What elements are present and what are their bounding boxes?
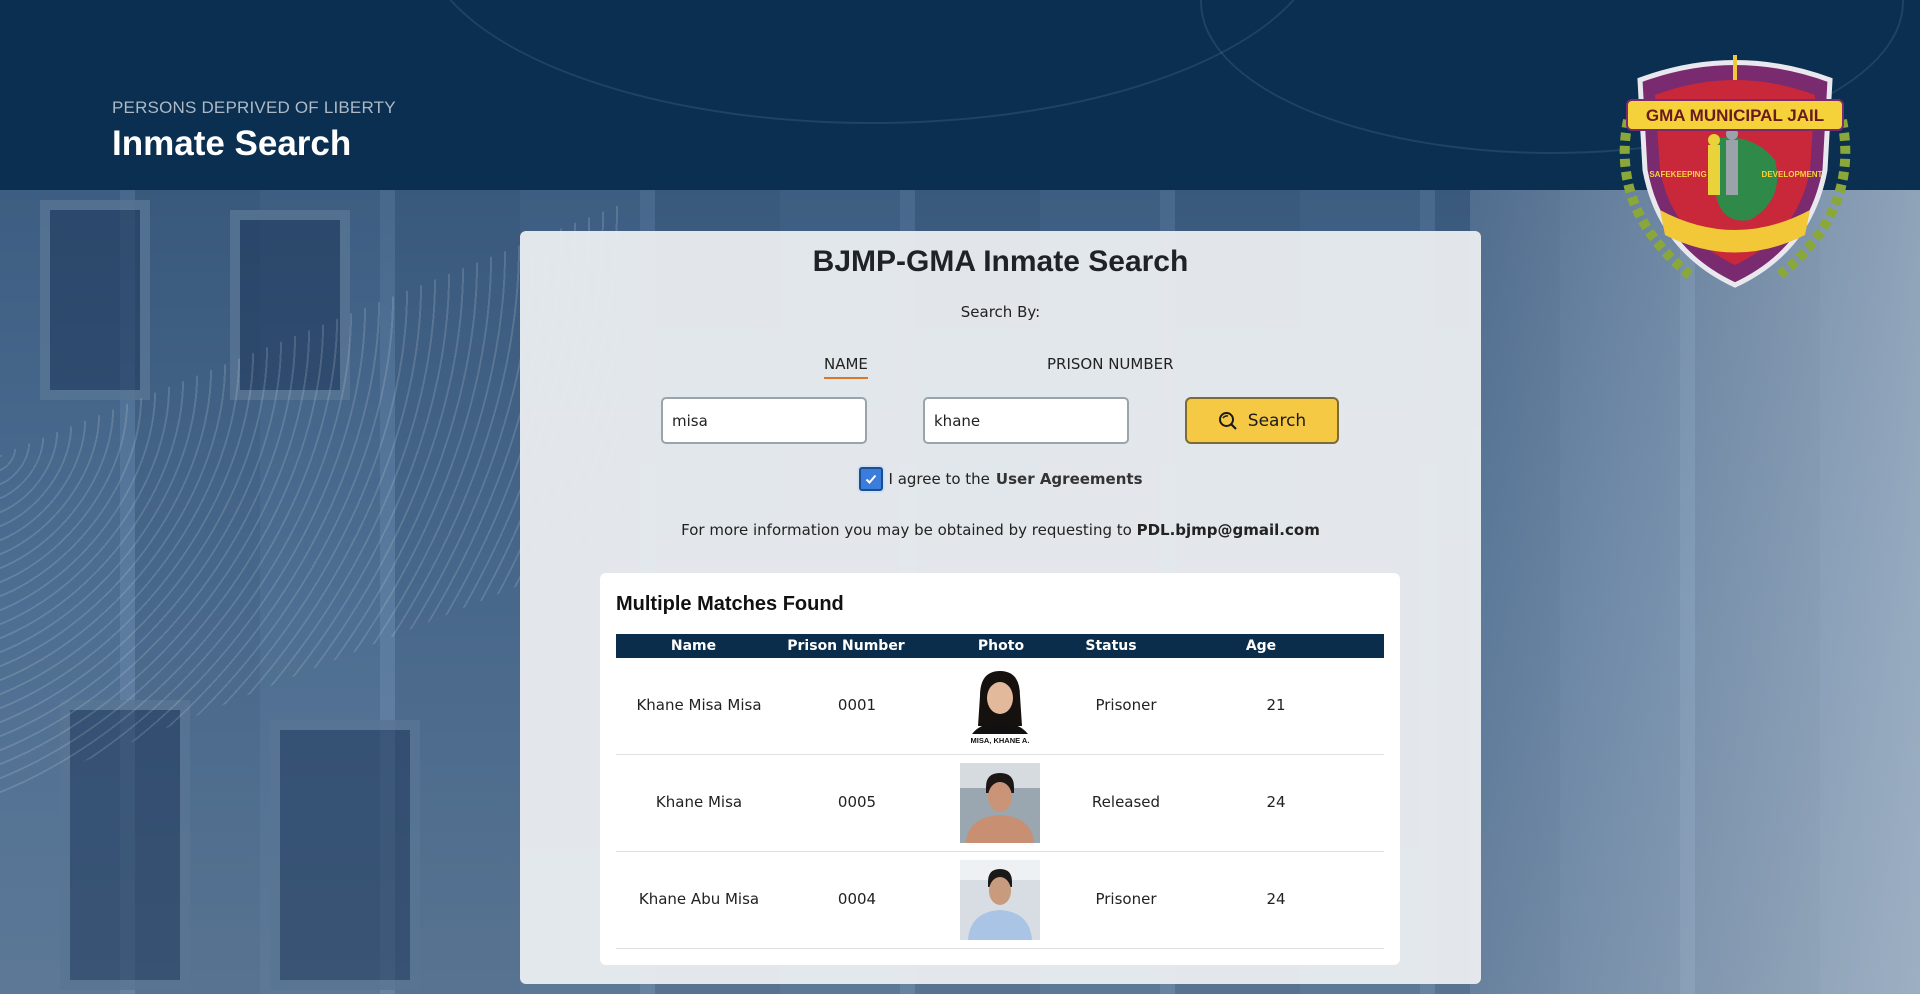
background-window [270, 720, 420, 990]
name-input-second[interactable] [923, 397, 1129, 444]
tab-prison-number[interactable]: PRISON NUMBER [1047, 355, 1174, 377]
logo-right-text: DEVELOPMENT [1762, 170, 1823, 179]
inmate-photo [960, 860, 1040, 940]
table-row[interactable]: Khane Misa Misa 0001 MISA, KHANE A. Pris… [616, 658, 1384, 755]
photo-caption: MISA, KHANE A. [971, 736, 1030, 745]
results-panel: Multiple Matches Found Name Prison Numbe… [600, 573, 1400, 965]
cell-age: 24 [1266, 890, 1286, 908]
agree-text: I agree to the [888, 470, 990, 488]
jail-logo: GMA MUNICIPAL JAIL SAFEKEEPING DEVELOPME… [1600, 50, 1870, 310]
jail-logo-emblem: GMA MUNICIPAL JAIL SAFEKEEPING DEVELOPME… [1619, 55, 1851, 288]
inmate-photo-image [960, 860, 1040, 940]
info-text: For more information you may be obtained… [681, 521, 1132, 539]
results-title: Multiple Matches Found [616, 593, 844, 615]
search-button-label: Search [1247, 410, 1307, 431]
card-title: BJMP-GMA Inmate Search [812, 245, 1189, 278]
header-subtitle: PERSONS DEPRIVED OF LIBERTY [112, 98, 396, 117]
user-agreements-link[interactable]: User Agreements [996, 470, 1143, 488]
cell-prison-number: 0005 [837, 793, 877, 811]
search-button[interactable]: Search [1185, 397, 1339, 444]
column-header-age: Age [1245, 638, 1277, 654]
cell-age: 21 [1266, 696, 1286, 714]
search-by-label: Search By: [960, 303, 1041, 321]
search-card: BJMP-GMA Inmate Search Search By: NAME P… [520, 231, 1481, 984]
name-input-first[interactable] [661, 397, 867, 444]
logo-left-text: SAFEKEEPING [1649, 170, 1706, 179]
search-icon [1218, 411, 1237, 430]
cell-status: Prisoner [1095, 696, 1157, 714]
cell-prison-number: 0004 [837, 890, 877, 908]
column-header-status: Status [1085, 638, 1137, 654]
cell-name: Khane Misa Misa [636, 696, 762, 714]
results-table: Name Prison Number Photo Status Age Khan… [616, 634, 1384, 949]
cell-name: Khane Misa [655, 793, 743, 811]
tab-name[interactable]: NAME [824, 355, 868, 379]
page-title: Inmate Search [112, 124, 352, 163]
contact-email: PDL.bjmp@gmail.com [1136, 521, 1320, 539]
logo-banner-text: GMA MUNICIPAL JAIL [1646, 106, 1824, 125]
background-wall [1470, 190, 1920, 994]
table-row[interactable]: Khane Abu Misa 0004 Prisoner 24 [616, 852, 1384, 949]
user-agreement-row: I agree to the User Agreements [520, 467, 1481, 491]
inmate-photo [960, 763, 1040, 843]
cell-prison-number: 0001 [837, 696, 877, 714]
agree-checkbox[interactable] [858, 467, 883, 491]
cell-age: 24 [1266, 793, 1286, 811]
background-window [40, 200, 150, 400]
contact-info: For more information you may be obtained… [520, 521, 1481, 539]
inmate-photo-image: MISA, KHANE A. [960, 671, 1040, 746]
cell-name: Khane Abu Misa [638, 890, 760, 908]
column-header-name: Name [670, 638, 717, 654]
check-icon [865, 474, 876, 484]
table-header: Name Prison Number Photo Status Age [616, 634, 1384, 658]
cell-status: Released [1091, 793, 1161, 811]
table-row[interactable]: Khane Misa 0005 Released 24 [616, 755, 1384, 852]
inmate-photo-image [960, 763, 1040, 843]
column-header-prison-number: Prison Number [787, 638, 905, 654]
cell-status: Prisoner [1095, 890, 1157, 908]
inmate-photo: MISA, KHANE A. [960, 666, 1040, 746]
